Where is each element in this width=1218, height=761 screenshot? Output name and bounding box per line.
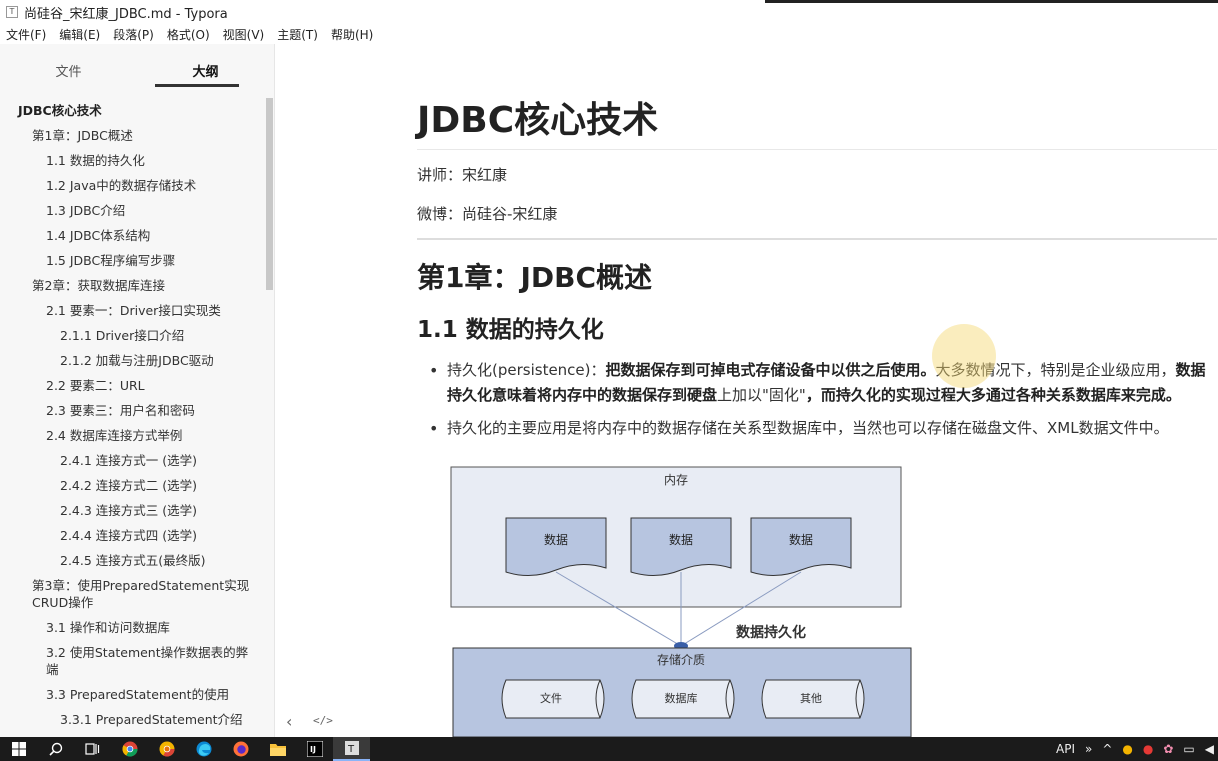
outline-item[interactable]: 1.3 JDBC介绍 [0,198,265,223]
edge-icon[interactable] [185,737,222,761]
svg-text:文件: 文件 [540,691,562,705]
storage-file: 文件 [501,679,605,719]
svg-text:其他: 其他 [800,692,822,705]
outline-item[interactable]: 1.4 JDBC体系结构 [0,223,265,248]
typora-taskbar-icon[interactable]: T [333,737,370,761]
window-title: 尚硅谷_宋红康_JDBC.md - Typora [24,6,228,22]
sidebar-tabs: 文件 大纲 [0,44,274,94]
outline-item[interactable]: 第1章：JDBC概述 [0,123,265,148]
intellij-icon[interactable]: IJ [296,737,333,761]
section-heading: 1.1 数据的持久化 [417,317,604,343]
outline-item[interactable]: 3.3 PreparedStatement的使用 [0,682,265,707]
window-edge [765,0,1218,3]
menu-bar: 文件(F) 编辑(E) 段落(P) 格式(O) 视图(V) 主题(T) 帮助(H… [0,24,1218,44]
outline-item[interactable]: 2.1.2 加载与注册JDBC驱动 [0,348,265,373]
outline-item[interactable]: 1.1 数据的持久化 [0,148,265,173]
outline-scrollbar[interactable] [265,98,274,738]
chevron-up-icon[interactable]: ^ [1102,742,1112,756]
bullet-persistence: 持久化(persistence)：把数据保存到可掉电式存储设备中以供之后使用。大… [429,358,1217,408]
search-icon[interactable] [37,737,74,761]
outline-item[interactable]: 2.4 数据库连接方式举例 [0,423,265,448]
svg-text:数据库: 数据库 [665,691,698,705]
outline-item[interactable]: 1.2 Java中的数据存储技术 [0,173,265,198]
lecturer-line: 讲师：宋红康 [417,166,508,184]
outline-scroll-thumb[interactable] [266,98,273,290]
document: JDBC核心技术 讲师：宋红康 微博：尚硅谷-宋红康 第1章：JDBC概述 1.… [417,44,1217,449]
menu-format[interactable]: 格式(O) [167,26,210,43]
tab-files[interactable]: 文件 [0,44,137,94]
firefox-icon[interactable] [222,737,259,761]
bullet-application: 持久化的主要应用是将内存中的数据存储在关系型数据库中，当然也可以存储在磁盘文件、… [429,416,1217,441]
chrome-2-icon[interactable] [148,737,185,761]
outline-item[interactable]: JDBC核心技术 [0,98,265,123]
chapter-heading: 第1章：JDBC概述 [417,261,653,294]
title-bar: T 尚硅谷_宋红康_JDBC.md - Typora [0,0,1218,24]
menu-view[interactable]: 视图(V) [223,26,265,43]
taskbar: IJ T API » ^ ● ● ✿ ▭ ◀ [0,737,1218,761]
outline-item[interactable]: 3.1 操作和访问数据库 [0,615,265,640]
active-tab-indicator [155,84,239,87]
mouse-cursor-highlight [932,324,996,388]
horizontal-rule [417,238,1217,240]
outline-item[interactable]: 3.2 使用Statement操作数据表的弊端 [0,640,250,682]
system-tray: API » ^ ● ● ✿ ▭ ◀ [1046,737,1214,761]
persist-label: 数据持久化 [736,624,806,641]
memory-label: 内存 [664,473,688,487]
file-explorer-icon[interactable] [259,737,296,761]
menu-edit[interactable]: 编辑(E) [59,26,100,43]
outline-item[interactable]: 2.4.4 连接方式四 (选学) [0,523,265,548]
doc-title: JDBC核心技术 [417,91,1217,150]
persistence-diagram: 内存 数据 数据 数据 数据持久化 存储介质 文件 数据库 其他 [450,466,912,737]
storage-label: 存储介质 [657,652,705,667]
menu-theme[interactable]: 主题(T) [277,26,318,43]
weather-icon[interactable]: ● [1122,742,1132,756]
svg-text:IJ: IJ [310,745,316,754]
outline-item[interactable]: 第3章：使用PreparedStatement实现CRUD操作 [0,573,250,615]
outline-item[interactable]: 2.4.5 连接方式五(最终版) [0,548,265,573]
record-icon[interactable]: ● [1143,742,1153,756]
sidebar: 文件 大纲 JDBC核心技术 第1章：JDBC概述 1.1 数据的持久化 1.2 Ja… [0,44,275,737]
outline-item[interactable]: 2.1.1 Driver接口介绍 [0,323,265,348]
storage-database: 数据库 [631,679,735,719]
menu-help[interactable]: 帮助(H) [331,26,373,43]
storage-other: 其他 [761,679,865,719]
app-tray-icon[interactable]: ✿ [1163,742,1173,756]
chrome-icon[interactable] [111,737,148,761]
outline-list: JDBC核心技术 第1章：JDBC概述 1.1 数据的持久化 1.2 Java中的数据… [0,98,265,738]
data-label-3: 数据 [789,532,813,547]
editor[interactable]: JDBC核心技术 讲师：宋红康 微博：尚硅谷-宋红康 第1章：JDBC概述 1.… [276,44,1218,737]
data-label-2: 数据 [669,532,693,547]
menu-paragraph[interactable]: 段落(P) [113,26,154,43]
outline-item[interactable]: 1.5 JDBC程序编写步骤 [0,248,265,273]
task-view-icon[interactable] [74,737,111,761]
typora-app-icon: T [6,6,18,18]
outline-item[interactable]: 2.3 要素三：用户名和密码 [0,398,265,423]
data-label-1: 数据 [544,532,568,547]
svg-text:T: T [347,744,355,755]
outline-item[interactable]: 2.1 要素一：Driver接口实现类 [0,298,265,323]
outline-item[interactable]: 2.2 要素二：URL [0,373,265,398]
outline-item[interactable]: 2.4.2 连接方式二 (选学) [0,473,265,498]
outline-item[interactable]: 2.4.3 连接方式三 (选学) [0,498,265,523]
menu-file[interactable]: 文件(F) [6,26,46,43]
outline-item[interactable]: 第2章：获取数据库连接 [0,273,265,298]
sidebar-footer [0,707,275,737]
tray-api-label[interactable]: API [1056,742,1075,756]
volume-icon[interactable]: ◀ [1205,742,1214,756]
chevron-right-icon[interactable]: » [1085,742,1092,756]
windows-start-button[interactable] [0,737,37,761]
network-icon[interactable]: ▭ [1183,742,1194,756]
bullet-list: 持久化(persistence)：把数据保存到可掉电式存储设备中以供之后使用。大… [417,358,1217,441]
outline-item[interactable]: 2.4.1 连接方式一 (选学) [0,448,265,473]
weibo-line: 微博：尚硅谷-宋红康 [417,205,558,223]
